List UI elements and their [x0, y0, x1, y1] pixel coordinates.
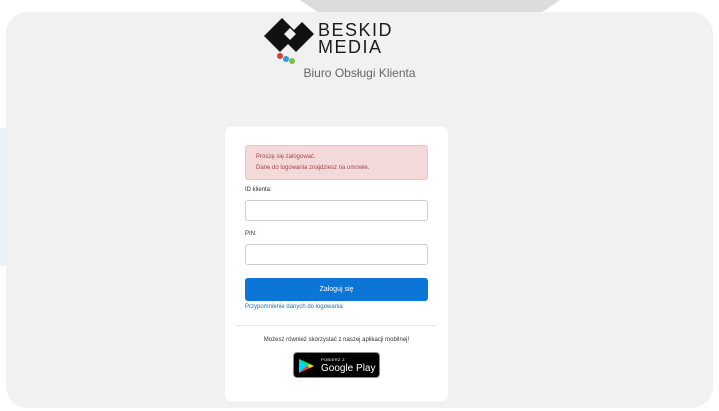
alert-line-2: Dane do logowania znajdziesz na umowie. — [256, 165, 370, 171]
alert-line-1: Proszę się zalogować. — [256, 154, 316, 160]
client-id-label: ID klienta: — [245, 187, 272, 193]
brand-name-line2: MEDIA — [318, 37, 383, 57]
badge-big-text: Google Play — [321, 363, 376, 374]
login-alert: Proszę się zalogować. Dane do logowania … — [245, 145, 428, 180]
google-play-icon — [299, 359, 314, 373]
login-card: Proszę się zalogować. Dane do logowania … — [225, 127, 448, 401]
login-button[interactable]: Zaloguj się — [245, 278, 428, 301]
beskid-media-logo: BESKID MEDIA — [262, 14, 422, 64]
divider — [237, 325, 436, 326]
google-play-badge[interactable]: POBIERZ Z Google Play — [293, 352, 380, 378]
logo-mark-icon — [264, 18, 314, 64]
reminder-link[interactable]: Przypomnienie danych do logowania — [245, 304, 343, 310]
badge-small-text: POBIERZ Z — [321, 357, 345, 362]
page-subtitle: Biuro Obsługi Klienta — [303, 66, 416, 80]
client-id-input[interactable] — [245, 200, 428, 221]
pin-label: PIN: — [245, 231, 257, 237]
mobile-app-text: Możesz również skorzystać z naszej aplik… — [263, 337, 410, 343]
pin-input[interactable] — [245, 244, 428, 265]
